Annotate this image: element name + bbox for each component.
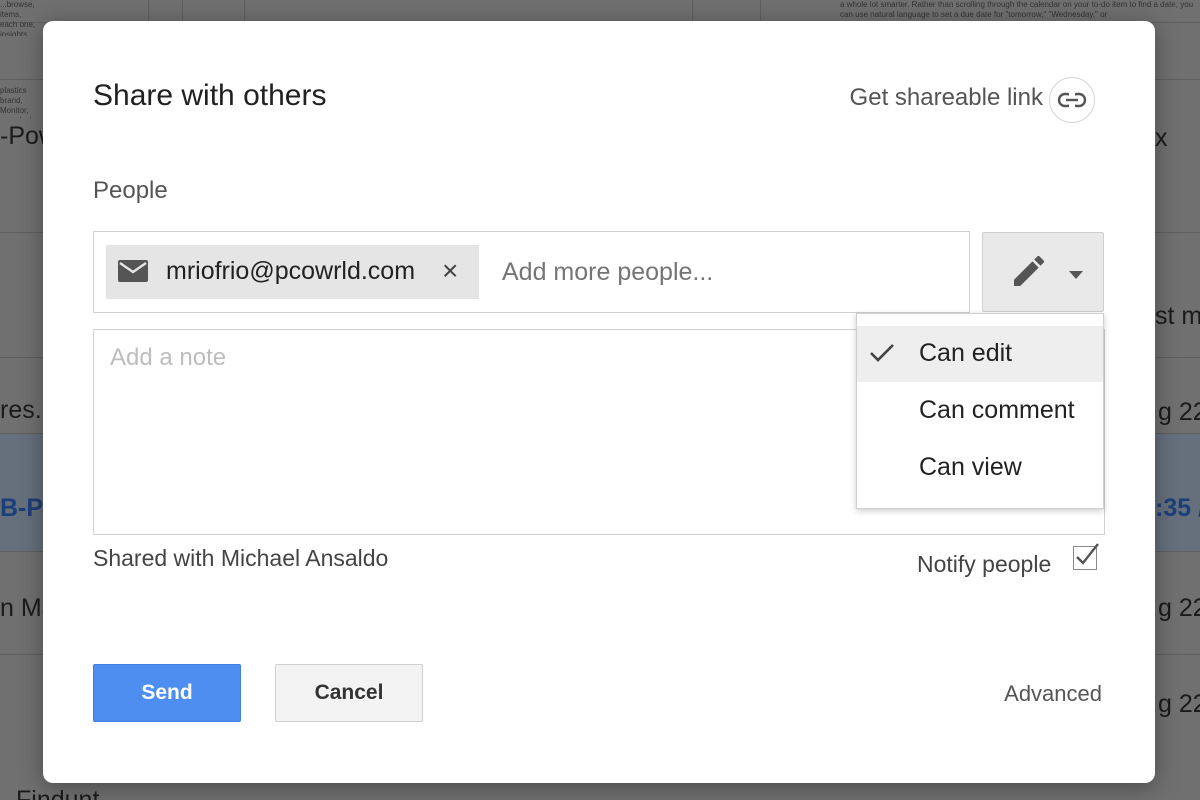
background-fragment: res.: [0, 396, 42, 424]
advanced-link[interactable]: Advanced: [1004, 681, 1102, 707]
menu-item-can-comment[interactable]: Can comment: [857, 383, 1103, 439]
recipient-email: mriofrio@pcowrld.com: [166, 257, 416, 285]
cancel-button[interactable]: Cancel: [275, 664, 423, 722]
check-icon: [870, 344, 894, 362]
pencil-icon: [1014, 255, 1045, 286]
background-column-line: [244, 0, 245, 22]
shared-with-text: Shared with Michael Ansaldo: [93, 545, 389, 571]
background-fragment: g 22: [1158, 690, 1200, 718]
background-fragment: :35 /: [1155, 494, 1200, 522]
checkmark-icon: [1076, 543, 1099, 565]
background-note-text: plastics brand, Monitor, crowdsale, and: [0, 86, 38, 118]
background-column-line: [148, 0, 149, 22]
permission-dropdown-button[interactable]: [982, 232, 1104, 312]
menu-item-label: Can comment: [919, 396, 1075, 424]
recipient-chip: mriofrio@pcowrld.com ×: [106, 245, 479, 299]
background-fragment: B-P: [0, 494, 44, 522]
background-fragment: g 22: [1158, 398, 1200, 426]
menu-item-can-view[interactable]: Can view: [857, 440, 1103, 496]
background-note-text: ...browse, items, each one, insights, jo…: [0, 0, 36, 36]
background-column-line: [182, 0, 183, 22]
remove-recipient-icon[interactable]: ×: [442, 255, 458, 287]
add-people-input[interactable]: [502, 254, 942, 290]
background-fragment: g 22: [1158, 594, 1200, 622]
notify-people-checkbox[interactable]: [1073, 543, 1099, 570]
share-dialog: Share with others Get shareable link Peo…: [43, 21, 1155, 783]
dialog-title: Share with others: [93, 79, 327, 112]
people-label: People: [93, 177, 168, 204]
menu-item-label: Can edit: [919, 339, 1013, 367]
background-fragment: x: [1155, 124, 1168, 152]
people-field[interactable]: mriofrio@pcowrld.com ×: [93, 231, 970, 313]
mail-icon: [118, 260, 148, 282]
shareable-link-button[interactable]: [1049, 77, 1095, 123]
note-textarea[interactable]: [110, 344, 850, 514]
caret-down-icon: [1069, 271, 1083, 279]
link-icon: [1057, 92, 1087, 108]
menu-item-label: Can view: [919, 453, 1022, 481]
notify-people-label: Notify people: [917, 551, 1052, 577]
menu-item-can-edit[interactable]: Can edit: [857, 326, 1103, 382]
background-fragment: st m: [1155, 302, 1200, 330]
background-fragment: Findunt: [16, 786, 100, 800]
background-column-line: [760, 0, 761, 22]
send-button[interactable]: Send: [93, 664, 241, 722]
get-shareable-link-button[interactable]: Get shareable link: [850, 84, 1043, 112]
background-column-line: [692, 0, 693, 22]
background-note-text: a whole lot smarter. Rather than scrolli…: [840, 0, 1194, 19]
permission-menu: Can edit Can comment Can view: [856, 313, 1104, 509]
